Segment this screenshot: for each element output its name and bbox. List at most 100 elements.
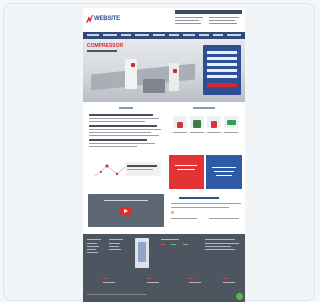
news-line — [171, 207, 229, 209]
text-line — [89, 114, 153, 116]
news-line — [171, 218, 197, 220]
logo-mark-icon — [86, 15, 93, 23]
text-line — [89, 139, 147, 141]
site-footer — [83, 234, 245, 302]
nav-item[interactable] — [199, 34, 209, 36]
footer-badge — [183, 244, 188, 246]
footer-link[interactable] — [87, 249, 96, 250]
star-icon — [171, 211, 174, 214]
hero-equipment-image — [169, 63, 179, 91]
footer-link[interactable] — [87, 243, 97, 244]
main-navigation — [83, 32, 245, 39]
footer-link[interactable] — [223, 282, 235, 283]
product-label — [173, 132, 187, 134]
copyright-line — [87, 294, 147, 295]
section-heading — [119, 107, 133, 109]
about-text-block — [87, 112, 165, 152]
news-line — [171, 203, 241, 205]
text-line — [89, 118, 159, 120]
product-image — [177, 122, 183, 128]
product-image — [211, 121, 217, 128]
text-line — [127, 165, 157, 167]
form-field[interactable] — [207, 75, 237, 78]
footer-badge — [189, 278, 193, 280]
site-header: WEBSITE — [83, 8, 245, 32]
footer-contact — [205, 249, 235, 250]
footer-link[interactable] — [109, 243, 120, 244]
nav-item[interactable] — [87, 34, 99, 36]
promo-banner-red[interactable] — [169, 155, 204, 189]
footer-heading — [87, 239, 101, 240]
footer-link[interactable] — [87, 246, 99, 247]
nav-item[interactable] — [103, 34, 117, 36]
contact-line — [209, 23, 237, 25]
text-line — [89, 129, 161, 131]
hero-subtitle — [87, 50, 117, 52]
logo-text: WEBSITE — [94, 16, 120, 22]
contact-line — [175, 20, 199, 22]
text-line — [89, 121, 145, 123]
product-label — [224, 132, 238, 134]
text-line — [89, 125, 157, 127]
text-line — [127, 169, 153, 171]
nav-item[interactable] — [183, 34, 195, 36]
footer-phone-screen — [138, 242, 146, 262]
banner-text — [175, 165, 197, 167]
form-field[interactable] — [207, 51, 237, 54]
form-field[interactable] — [207, 69, 237, 72]
footer-badge — [147, 278, 151, 280]
footer-link[interactable] — [109, 249, 121, 250]
banner-text — [216, 175, 232, 177]
chat-icon[interactable] — [236, 293, 243, 300]
video-player[interactable] — [88, 194, 164, 227]
nav-item[interactable] — [153, 34, 165, 36]
website-screenshot[interactable]: WEBSITE COMPRESSOR — [83, 8, 245, 302]
news-heading — [179, 197, 219, 199]
footer-badge — [223, 278, 227, 280]
nav-item[interactable] — [121, 34, 131, 36]
footer-link[interactable] — [87, 252, 98, 253]
product-tiles — [171, 114, 241, 144]
text-line — [89, 143, 155, 145]
footer-link[interactable] — [103, 282, 115, 283]
product-label — [190, 132, 204, 134]
hero-title: COMPRESSOR — [87, 43, 124, 49]
hero-banner[interactable]: COMPRESSOR — [83, 39, 245, 102]
product-image — [227, 120, 236, 125]
text-line — [89, 135, 159, 137]
product-image — [193, 120, 201, 128]
footer-link[interactable] — [109, 246, 119, 247]
text-line — [89, 132, 151, 134]
play-icon[interactable] — [120, 207, 131, 215]
nav-item[interactable] — [227, 34, 241, 36]
map-block — [87, 154, 165, 188]
news-block — [169, 194, 243, 228]
hero-equipment-detail — [131, 63, 135, 67]
footer-heading — [161, 239, 179, 240]
nav-item[interactable] — [213, 34, 223, 36]
top-utility-bar[interactable] — [175, 10, 242, 14]
contact-line — [209, 20, 235, 22]
form-field[interactable] — [207, 63, 237, 66]
footer-badge — [161, 244, 165, 246]
form-field[interactable] — [207, 57, 237, 60]
footer-link[interactable] — [147, 282, 159, 283]
footer-heading — [205, 239, 235, 240]
promo-banner-blue[interactable] — [206, 155, 242, 189]
contact-line — [175, 23, 201, 25]
quote-form — [203, 45, 241, 95]
hero-equipment-detail — [173, 69, 177, 73]
section-heading — [193, 107, 215, 109]
footer-heading — [109, 239, 123, 240]
contact-line — [175, 17, 203, 19]
form-submit-button[interactable] — [207, 83, 237, 87]
footer-contact — [205, 246, 231, 247]
hero-equipment-image — [143, 79, 165, 93]
banner-text — [212, 167, 236, 169]
nav-item[interactable] — [169, 34, 179, 36]
footer-link[interactable] — [189, 282, 201, 283]
footer-contact — [205, 243, 239, 244]
contact-line — [209, 17, 239, 19]
site-logo[interactable]: WEBSITE — [86, 15, 122, 24]
nav-item[interactable] — [135, 34, 149, 36]
